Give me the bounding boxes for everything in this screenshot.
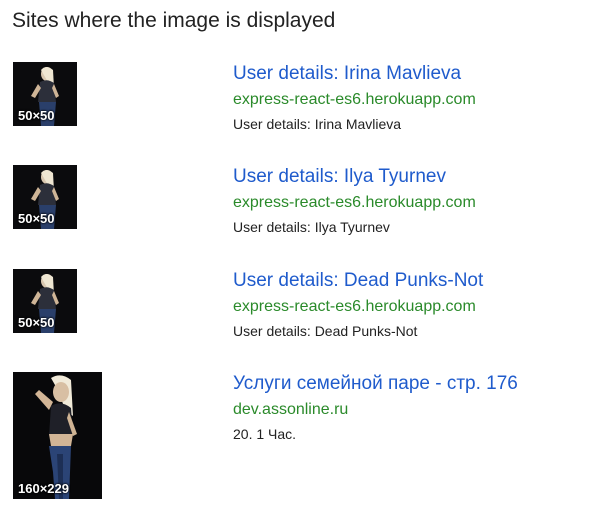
result-title-link[interactable]: User details: Dead Punks-Not <box>233 269 593 293</box>
result-info: User details: Irina Mavlieva express-rea… <box>233 62 593 133</box>
result-url[interactable]: dev.assonline.ru <box>233 400 593 420</box>
result-title-link[interactable]: User details: Ilya Tyurnev <box>233 165 593 189</box>
result-thumbnail[interactable]: 160×229 <box>13 372 102 499</box>
result-thumbnail[interactable]: 50×50 <box>13 165 77 229</box>
thumbnail-size-label: 160×229 <box>18 481 69 496</box>
result-thumbnail[interactable]: 50×50 <box>13 269 77 333</box>
result-snippet: User details: Dead Punks-Not <box>233 323 418 339</box>
result-snippet: 20. 1 Час. <box>233 426 297 442</box>
thumbnail-size-label: 50×50 <box>18 315 55 330</box>
result-info: User details: Ilya Tyurnev express-react… <box>233 165 593 236</box>
result-thumbnail[interactable]: 50×50 <box>13 62 77 126</box>
result-url[interactable]: express-react-es6.herokuapp.com <box>233 90 593 110</box>
result-info: Услуги семейной паре - стр. 176 dev.asso… <box>233 372 593 443</box>
thumbnail-size-label: 50×50 <box>18 211 55 226</box>
result-title-link[interactable]: Услуги семейной паре - стр. 176 <box>233 372 593 396</box>
thumbnail-size-label: 50×50 <box>18 108 55 123</box>
result-title-link[interactable]: User details: Irina Mavlieva <box>233 62 593 86</box>
result-url[interactable]: express-react-es6.herokuapp.com <box>233 297 593 317</box>
result-snippet: User details: Irina Mavlieva <box>233 116 402 132</box>
result-snippet: User details: Ilya Tyurnev <box>233 219 390 235</box>
result-url[interactable]: express-react-es6.herokuapp.com <box>233 193 593 213</box>
result-info: User details: Dead Punks-Not express-rea… <box>233 269 593 340</box>
page: Sites where the image is displayed 50×50… <box>0 0 600 511</box>
section-heading: Sites where the image is displayed <box>12 9 336 32</box>
person-photo-icon <box>13 372 102 499</box>
